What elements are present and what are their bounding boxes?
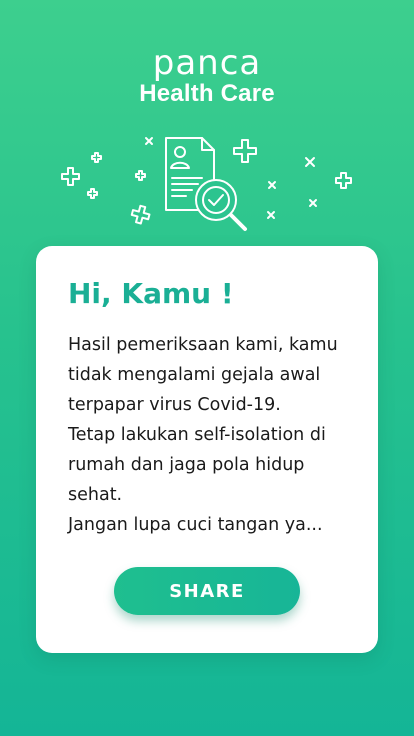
- brand-logo: panca: [152, 43, 262, 83]
- sparkle-cross-icon: [335, 172, 352, 189]
- sparkle-cross-icon: [91, 152, 102, 163]
- magnifier-check-icon: [195, 179, 247, 231]
- message-line: rumah dan jaga pola hidup: [68, 455, 305, 475]
- sparkle-x-icon: [145, 137, 153, 145]
- sparkle-cross-icon: [87, 188, 98, 199]
- message-line: Tetap lakukan self-isolation di: [68, 425, 326, 445]
- sparkle-cross-icon: [233, 139, 257, 163]
- brand-subtitle: Health Care: [139, 80, 275, 107]
- sparkle-x-icon: [268, 181, 276, 189]
- sparkle-cross-icon: [135, 170, 146, 181]
- message-line: Hasil pemeriksaan kami, kamu: [68, 335, 338, 355]
- message-line: Jangan lupa cuci tangan ya...: [68, 515, 323, 535]
- result-message: Hasil pemeriksaan kami, kamu tidak menga…: [68, 330, 368, 540]
- sparkle-cross-icon: [61, 167, 80, 186]
- message-line: sehat.: [68, 485, 123, 505]
- brand-header: panca Health Care: [0, 44, 414, 108]
- sparkle-x-icon: [305, 157, 315, 167]
- sparkle-cross-icon: [130, 204, 151, 225]
- medical-report-check-icon: [61, 137, 352, 231]
- sparkle-x-icon: [309, 199, 317, 207]
- share-button[interactable]: SHARE: [114, 567, 300, 615]
- message-line: tidak mengalami gejala awal: [68, 365, 321, 385]
- message-line: terpapar virus Covid-19.: [68, 395, 281, 415]
- sparkle-x-icon: [267, 211, 275, 219]
- greeting-title: Hi, Kamu !: [68, 277, 234, 310]
